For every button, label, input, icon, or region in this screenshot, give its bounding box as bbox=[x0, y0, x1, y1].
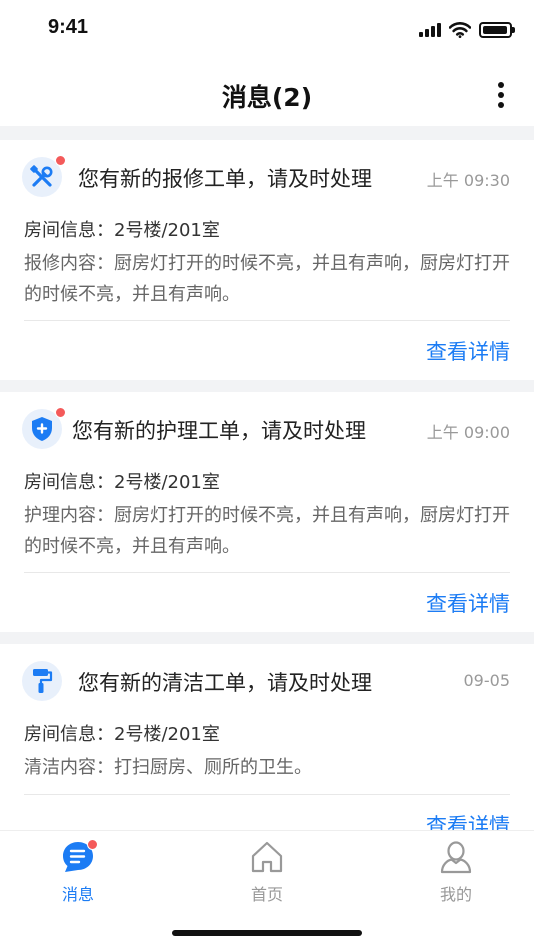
shield-plus-icon bbox=[22, 407, 66, 449]
message-icon bbox=[60, 839, 98, 875]
message-card-cleaning[interactable]: 您有新的清洁工单，请及时处理 09-05 房间信息：2号楼/201室 清洁内容：… bbox=[0, 644, 534, 830]
message-detail: 护理内容：厨房灯打开的时候不亮，并且有声响，厨房灯打开的时候不亮，并且有声响。 bbox=[24, 505, 510, 557]
card-header: 您有新的护理工单，请及时处理 上午 09:00 bbox=[22, 407, 510, 450]
page-title: 消息(2) bbox=[221, 83, 313, 112]
unread-dot bbox=[87, 839, 98, 850]
cellular-signal-icon bbox=[419, 23, 441, 37]
tab-label: 消息 bbox=[61, 885, 94, 904]
battery-icon bbox=[479, 22, 515, 38]
room-info: 房间信息：2号楼/201室 bbox=[24, 724, 220, 745]
card-header: 您有新的清洁工单，请及时处理 09-05 bbox=[22, 660, 510, 702]
tab-messages[interactable]: 消息 bbox=[28, 839, 128, 905]
nav-bar: 消息(2) bbox=[0, 60, 534, 126]
room-info: 房间信息：2号楼/201室 bbox=[24, 472, 220, 493]
tab-profile[interactable]: 我的 bbox=[406, 839, 506, 905]
tab-label: 我的 bbox=[439, 885, 472, 904]
home-icon bbox=[249, 839, 285, 875]
tab-label: 首页 bbox=[250, 885, 283, 904]
view-details-link[interactable]: 查看详情 bbox=[426, 336, 510, 366]
message-detail: 报修内容：厨房灯打开的时候不亮，并且有声响，厨房灯打开的时候不亮，并且有声响。 bbox=[24, 253, 510, 305]
message-detail: 清洁内容：打扫厨房、厕所的卫生。 bbox=[24, 757, 312, 778]
user-icon bbox=[438, 839, 474, 875]
message-time: 09-05 bbox=[463, 671, 511, 690]
message-time: 上午 09:30 bbox=[426, 171, 510, 190]
room-info: 房间信息：2号楼/201室 bbox=[24, 220, 220, 241]
card-header: 您有新的报修工单，请及时处理 上午 09:30 bbox=[22, 155, 510, 198]
message-card-repair[interactable]: 您有新的报修工单，请及时处理 上午 09:30 房间信息：2号楼/201室 报修… bbox=[0, 140, 534, 380]
status-time: 9:41 bbox=[48, 16, 89, 38]
paint-roller-icon bbox=[22, 661, 62, 701]
divider bbox=[24, 320, 510, 321]
unread-dot bbox=[55, 155, 66, 166]
message-title: 您有新的护理工单，请及时处理 bbox=[72, 419, 366, 443]
unread-dot bbox=[55, 407, 66, 418]
status-bar: 9:41 bbox=[0, 0, 534, 60]
home-indicator bbox=[172, 930, 362, 936]
message-list[interactable]: 您有新的报修工单，请及时处理 上午 09:30 房间信息：2号楼/201室 报修… bbox=[0, 126, 534, 830]
divider bbox=[24, 794, 510, 795]
message-time: 上午 09:00 bbox=[426, 423, 510, 442]
view-details-link[interactable]: 查看详情 bbox=[426, 588, 510, 618]
message-title: 您有新的报修工单，请及时处理 bbox=[78, 167, 372, 191]
more-vertical-icon bbox=[498, 82, 504, 88]
view-details-link[interactable]: 查看详情 bbox=[426, 810, 510, 830]
tools-icon bbox=[22, 155, 66, 197]
wifi-icon bbox=[449, 22, 471, 38]
status-icons bbox=[419, 22, 515, 38]
more-options-button[interactable] bbox=[494, 82, 508, 108]
message-title: 您有新的清洁工单，请及时处理 bbox=[78, 671, 372, 695]
tab-home[interactable]: 首页 bbox=[217, 839, 317, 905]
message-card-nursing[interactable]: 您有新的护理工单，请及时处理 上午 09:00 房间信息：2号楼/201室 护理… bbox=[0, 392, 534, 632]
divider bbox=[24, 572, 510, 573]
